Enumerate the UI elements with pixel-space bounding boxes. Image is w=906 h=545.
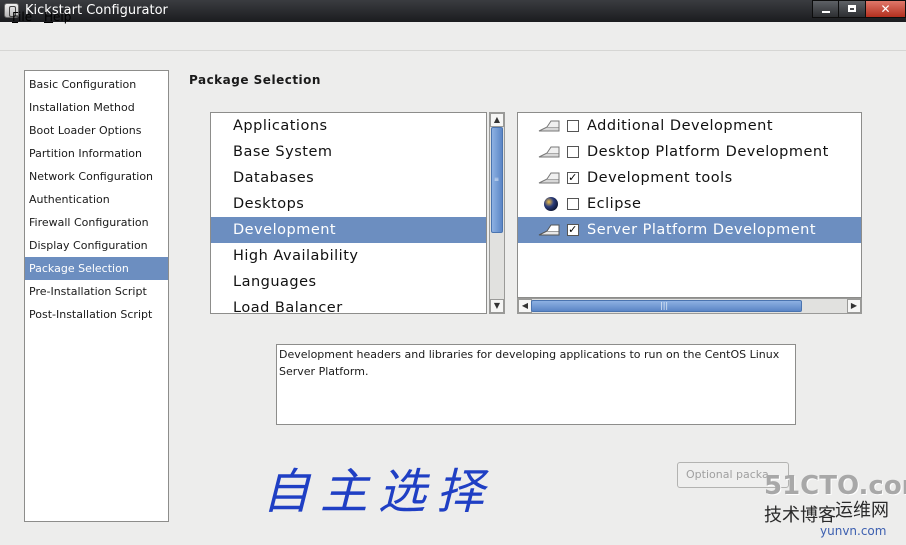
group-item-base-system[interactable]: Base System <box>211 139 486 165</box>
sidebar-item-pre-installation-script[interactable]: Pre-Installation Script <box>25 280 168 303</box>
handwritten-annotation: 自主选择 <box>262 464 495 520</box>
package-icon <box>538 172 560 184</box>
sidebar-item-partition-information[interactable]: Partition Information <box>25 142 168 165</box>
group-item-databases[interactable]: Databases <box>211 165 486 191</box>
group-list-vscroll-thumb[interactable]: ≡ <box>491 127 503 233</box>
package-item-eclipse[interactable]: Eclipse <box>518 191 861 217</box>
menu-help-label: elp <box>53 10 72 24</box>
maximize-button[interactable] <box>838 0 866 18</box>
package-checkbox[interactable]: ✓ <box>567 224 579 236</box>
group-item-desktops[interactable]: Desktops <box>211 191 486 217</box>
package-item-additional-development[interactable]: Additional Development <box>518 113 861 139</box>
package-label: Additional Development <box>587 118 774 134</box>
chevron-up-icon: ▲ <box>493 115 501 124</box>
sidebar-item-post-installation-script[interactable]: Post-Installation Script <box>25 303 168 326</box>
group-item-applications[interactable]: Applications <box>211 113 486 139</box>
scroll-down-button[interactable]: ▼ <box>490 299 504 313</box>
menu-help-mnemonic: H <box>44 10 54 24</box>
package-checkbox[interactable] <box>567 198 579 210</box>
package-icon <box>538 224 560 236</box>
package-icon <box>538 146 560 158</box>
menu-file[interactable]: File <box>12 10 32 24</box>
package-label: Desktop Platform Development <box>587 144 829 160</box>
sidebar-item-package-selection[interactable]: Package Selection <box>25 257 168 280</box>
chevron-left-icon: ◀ <box>521 301 529 310</box>
package-label: Development tools <box>587 170 733 186</box>
scroll-right-button[interactable]: ▶ <box>847 299 861 313</box>
package-icon <box>538 120 560 132</box>
sidebar-item-boot-loader-options[interactable]: Boot Loader Options <box>25 119 168 142</box>
minimize-button[interactable] <box>812 0 839 18</box>
package-list[interactable]: Additional Development Desktop Platform … <box>517 112 862 298</box>
chevron-right-icon: ▶ <box>850 301 858 310</box>
package-label: Eclipse <box>587 196 642 212</box>
package-list-hscrollbar[interactable]: ◀ ||| ▶ <box>517 298 862 314</box>
watermark-url: yunvn.com <box>820 524 887 538</box>
chevron-down-icon: ▼ <box>493 301 501 310</box>
checkmark-icon: ✓ <box>568 223 578 236</box>
menu-file-label: ile <box>18 10 33 24</box>
checkmark-icon: ✓ <box>568 171 578 184</box>
scroll-left-button[interactable]: ◀ <box>518 299 532 313</box>
menu-help[interactable]: Help <box>44 10 71 24</box>
watermark-site: 51CTO.com <box>764 471 906 501</box>
watermark-right: 运维网 <box>835 500 889 521</box>
package-group-list[interactable]: Applications Base System Databases Deskt… <box>210 112 487 314</box>
package-checkbox[interactable]: ✓ <box>567 172 579 184</box>
menu-bar <box>0 22 906 51</box>
package-item-development-tools[interactable]: ✓ Development tools <box>518 165 861 191</box>
sidebar-item-display-configuration[interactable]: Display Configuration <box>25 234 168 257</box>
scroll-up-button[interactable]: ▲ <box>490 113 504 127</box>
package-description: Development headers and libraries for de… <box>276 344 796 425</box>
close-icon: ✕ <box>880 2 891 16</box>
grip-icon: ≡ <box>494 176 500 183</box>
sidebar-item-authentication[interactable]: Authentication <box>25 188 168 211</box>
sidebar-item-basic-configuration[interactable]: Basic Configuration <box>25 73 168 96</box>
sidebar-item-network-configuration[interactable]: Network Configuration <box>25 165 168 188</box>
close-button[interactable]: ✕ <box>865 0 906 18</box>
grip-icon: ||| <box>660 301 669 310</box>
package-checkbox[interactable] <box>567 146 579 158</box>
group-item-high-availability[interactable]: High Availability <box>211 243 486 269</box>
package-item-server-platform-development[interactable]: ✓ Server Platform Development <box>518 217 861 243</box>
package-list-hscroll-thumb[interactable]: ||| <box>531 300 802 312</box>
package-item-desktop-platform-development[interactable]: Desktop Platform Development <box>518 139 861 165</box>
group-item-development[interactable]: Development <box>211 217 486 243</box>
sidebar-nav: Basic Configuration Installation Method … <box>24 70 169 522</box>
package-checkbox[interactable] <box>567 120 579 132</box>
package-label: Server Platform Development <box>587 222 817 238</box>
eclipse-icon <box>544 197 558 211</box>
sidebar-item-installation-method[interactable]: Installation Method <box>25 96 168 119</box>
group-item-languages[interactable]: Languages <box>211 269 486 295</box>
section-title: Package Selection <box>189 73 321 87</box>
group-item-load-balancer[interactable]: Load Balancer <box>211 295 486 313</box>
sidebar-item-firewall-configuration[interactable]: Firewall Configuration <box>25 211 168 234</box>
group-list-vscrollbar[interactable]: ▲ ≡ ▼ <box>489 112 505 314</box>
